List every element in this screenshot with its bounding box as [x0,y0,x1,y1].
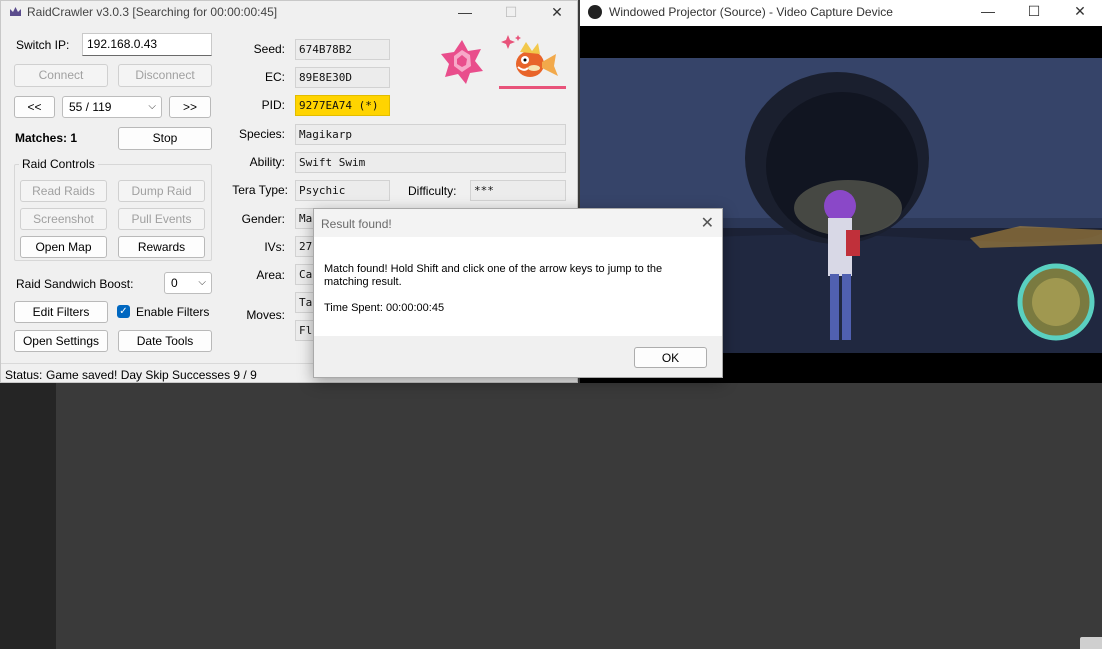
date-tools-button[interactable]: Date Tools [118,330,212,352]
moves-label: Moves: [246,308,285,322]
stop-button[interactable]: Stop [118,127,212,150]
species-field[interactable]: Magikarp [295,124,566,145]
minimize-button[interactable]: — [442,1,488,23]
page-select[interactable]: 55 / 119 ⌵ [62,96,162,118]
next-button[interactable]: >> [169,96,211,118]
matches-count: Matches: 1 [15,131,78,145]
switch-ip-input[interactable]: 192.168.0.43 [82,33,212,56]
tera-type-label: Tera Type: [232,183,288,197]
sandwich-boost-label: Raid Sandwich Boost: [16,277,134,291]
ivs-label: IVs: [264,240,285,254]
chevron-down-icon: ⌵ [148,101,156,112]
projector-title: Windowed Projector (Source) - Video Capt… [609,5,893,19]
dialog-title: Result found! [321,217,392,231]
pid-field[interactable]: 9277EA74 (*) [295,95,390,116]
projector-close-button[interactable]: ✕ [1057,0,1102,22]
enable-filters-label[interactable]: Enable Filters [136,305,209,319]
dialog-titlebar: Result found! ✕ [314,209,722,237]
maximize-button[interactable]: ☐ [488,1,534,23]
tray-icon[interactable] [1080,637,1102,649]
dump-raid-button[interactable]: Dump Raid [118,180,205,202]
taskbar-strip [0,383,56,649]
rewards-button[interactable]: Rewards [118,236,205,258]
ability-label: Ability: [249,155,285,169]
edit-filters-button[interactable]: Edit Filters [14,301,108,323]
dialog-close-button[interactable]: ✕ [701,213,714,233]
obs-icon [588,5,602,19]
difficulty-field[interactable]: *** [470,180,566,201]
pid-label: PID: [261,98,285,112]
close-button[interactable]: ✕ [534,1,580,23]
sandwich-boost-select[interactable]: 0 ⌵ [164,272,212,294]
crown-app-icon [10,7,21,16]
dialog-message: Match found! Hold Shift and click one of… [324,263,663,288]
ec-field[interactable]: 89E8E30D [295,67,390,88]
ok-button[interactable]: OK [634,347,707,368]
difficulty-label: Difficulty: [408,184,457,198]
open-settings-button[interactable]: Open Settings [14,330,108,352]
result-dialog: Result found! ✕ Match found! Hold Shift … [313,208,723,378]
ability-field[interactable]: Swift Swim [295,152,566,173]
pull-events-button[interactable]: Pull Events [118,208,205,230]
page-select-value: 55 / 119 [69,100,112,114]
enable-filters-checkbox[interactable]: ✓ [117,305,130,318]
sandwich-boost-value: 0 [171,276,178,290]
seed-label: Seed: [253,42,285,56]
projector-maximize-button[interactable]: ☐ [1011,0,1057,22]
desktop: RaidCrawler v3.0.3 [Searching for 00:00:… [0,0,1102,649]
window-title: RaidCrawler v3.0.3 [Searching for 00:00:… [27,5,278,19]
dialog-time-spent: Time Spent: 00:00:00:45 [324,302,445,314]
open-map-button[interactable]: Open Map [20,236,107,258]
screenshot-button[interactable]: Screenshot [20,208,107,230]
tera-type-field[interactable]: Psychic [295,180,390,201]
species-label: Species: [238,127,285,141]
projector-titlebar: Windowed Projector (Source) - Video Capt… [580,0,1102,26]
dialog-body: Match found! Hold Shift and click one of… [314,237,722,336]
tera-type-icon [441,40,483,84]
prev-button[interactable]: << [14,96,55,118]
chevron-down-icon: ⌵ [198,277,206,288]
area-label: Area: [256,268,285,282]
status-text: Game saved! Day Skip Successes 9 / 9 [46,368,257,382]
switch-ip-label: Switch IP: [16,38,70,52]
raid-controls-title: Raid Controls [19,157,98,171]
gender-label: Gender: [241,212,285,226]
projector-minimize-button[interactable]: — [965,0,1011,22]
connect-button[interactable]: Connect [14,64,108,87]
disconnect-button[interactable]: Disconnect [118,64,212,87]
seed-field[interactable]: 674B78B2 [295,39,390,60]
status-label: Status: [5,368,43,382]
ec-label: EC: [264,70,285,84]
magikarp-sprite-icon [499,35,566,89]
read-raids-button[interactable]: Read Raids [20,180,107,202]
